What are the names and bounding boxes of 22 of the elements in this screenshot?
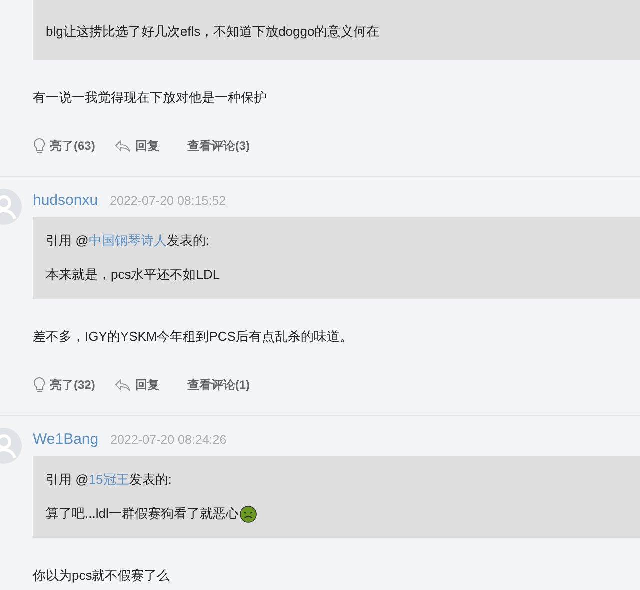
like-button[interactable]: 亮了(63) <box>33 138 96 154</box>
reply-button[interactable]: 回复 <box>115 138 160 154</box>
lightbulb-icon <box>33 138 46 154</box>
reply-button[interactable]: 回复 <box>115 376 160 394</box>
reply-arrow-icon <box>115 378 132 392</box>
quote-header: 引用 @中国钢琴诗人发表的: <box>46 233 210 248</box>
reply-arrow-icon <box>115 140 132 152</box>
quote-text: blg让这捞比选了好几次efls，不知道下放doggo的意义何在 <box>46 23 380 41</box>
quote-text: 本来就是，pcs水平还不如LDL <box>46 266 220 284</box>
view-comments-link[interactable]: 查看评论(3) <box>187 138 250 154</box>
quote-text: 算了吧...ldl一群假赛狗看了就恶心 <box>46 505 239 523</box>
timestamp: 2022-07-20 08:15:52 <box>110 193 226 210</box>
like-button[interactable]: 亮了(32) <box>33 376 96 394</box>
comment-text: 差不多，IGY的YSKM今年租到PCS后有点乱杀的味道。 <box>33 328 354 346</box>
timestamp: 2022-07-20 08:24:26 <box>110 432 227 449</box>
username-link[interactable]: hudsonxu <box>33 189 98 213</box>
username-link[interactable]: We1Bang <box>33 428 99 452</box>
lightbulb-icon <box>33 377 46 393</box>
quote-header: 引用 @15冠王发表的: <box>46 472 172 487</box>
comment-text: 你以为pcs就不假赛了么 <box>33 567 172 585</box>
comment-text: 有一说一我觉得现在下放对他是一种保护 <box>33 89 268 107</box>
view-comments-link[interactable]: 查看评论(1) <box>187 376 250 394</box>
